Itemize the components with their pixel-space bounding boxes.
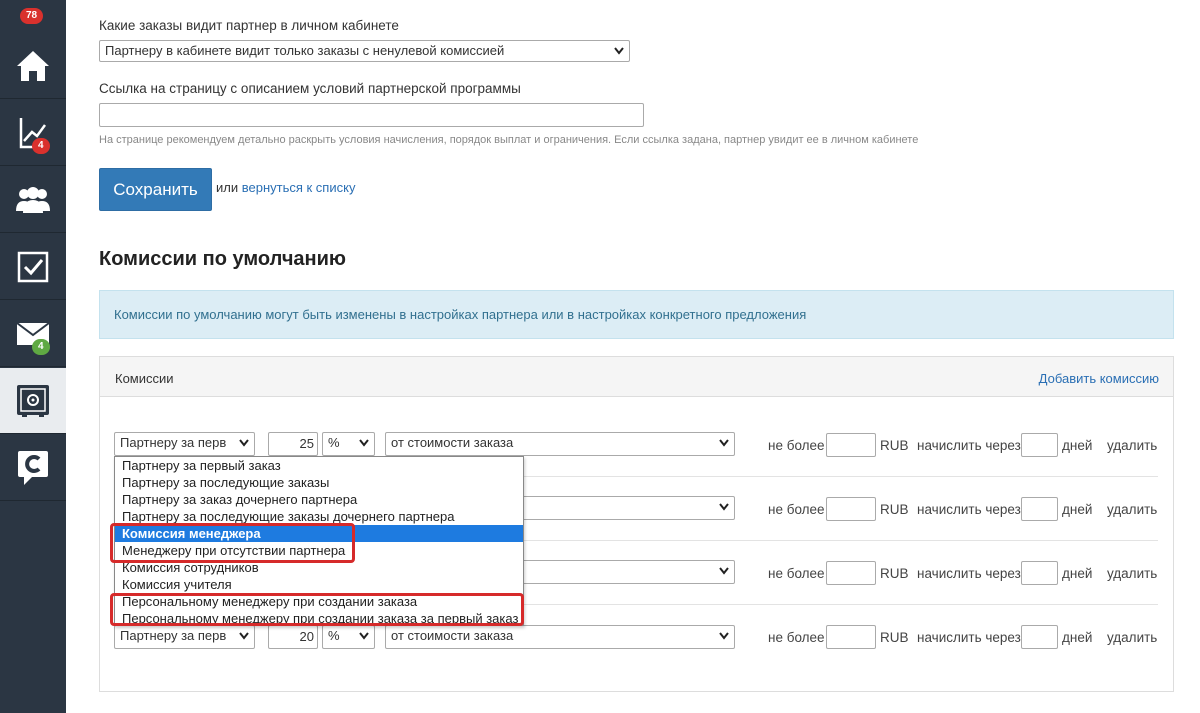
orders-visibility-label: Какие заказы видит партнер в личном каби…: [99, 18, 399, 33]
charge-after-label: начислить через: [917, 438, 1021, 453]
commission-base-value: от стоимости заказа: [391, 435, 514, 450]
orders-visibility-value: Партнеру в кабинете видит только заказы …: [105, 43, 505, 58]
default-commissions-heading: Комиссии по умолчанию: [99, 248, 347, 270]
notification-badge[interactable]: 78: [20, 8, 44, 24]
max-amount-input[interactable]: [826, 433, 876, 457]
sidebar: 78 4 4: [0, 0, 66, 713]
orders-visibility-select[interactable]: Партнеру в кабинете видит только заказы …: [99, 40, 630, 62]
save-button[interactable]: Сохранить: [99, 168, 212, 211]
days-input[interactable]: [1021, 433, 1058, 457]
chevron-down-icon: [719, 503, 729, 511]
sidebar-item-home[interactable]: [0, 33, 66, 99]
currency-label: RUB: [880, 438, 909, 453]
brand-logo-icon: [18, 450, 48, 485]
max-amount-input[interactable]: [826, 625, 876, 649]
dropdown-option[interactable]: Партнеру за последующие заказы: [115, 474, 523, 491]
add-commission-link[interactable]: Добавить комиссию: [1039, 371, 1159, 386]
mail-badge: 4: [32, 339, 50, 355]
sidebar-item-safe[interactable]: [0, 368, 66, 434]
chevron-down-icon: [239, 632, 249, 640]
commissions-panel-header: Комиссии Добавить комиссию: [100, 357, 1173, 397]
charge-after-label: начислить через: [917, 502, 1021, 517]
charge-after-label: начислить через: [917, 630, 1021, 645]
highlight-box-manager: [110, 523, 355, 563]
commission-type-value: Партнеру за перв: [120, 628, 227, 643]
currency-label: RUB: [880, 566, 909, 581]
sidebar-item-stats[interactable]: 4: [0, 100, 66, 166]
commission-unit-value: %: [328, 435, 340, 450]
commission-value-input[interactable]: 25: [268, 432, 318, 456]
chevron-down-icon: [719, 632, 729, 640]
chevron-down-icon: [614, 47, 624, 55]
chevron-down-icon: [359, 439, 369, 447]
sidebar-item-tasks[interactable]: [0, 234, 66, 300]
days-label: дней: [1062, 630, 1093, 645]
highlight-box-personal-manager: [110, 593, 524, 626]
program-link-input[interactable]: [99, 103, 644, 127]
commission-base-value: от стоимости заказа: [391, 628, 514, 643]
dropdown-option[interactable]: Комиссия учителя: [115, 576, 523, 593]
commission-value-input[interactable]: 20: [268, 625, 318, 649]
commission-base-select[interactable]: от стоимости заказа: [385, 432, 735, 456]
back-to-list-link[interactable]: вернуться к списку: [242, 180, 356, 195]
not-more-label: не более: [768, 566, 825, 581]
delete-link[interactable]: удалить: [1107, 630, 1157, 645]
delete-link[interactable]: удалить: [1107, 502, 1157, 517]
max-amount-input[interactable]: [826, 561, 876, 585]
or-text-wrap: или вернуться к списку: [216, 180, 355, 195]
chevron-down-icon: [239, 439, 249, 447]
currency-label: RUB: [880, 630, 909, 645]
safe-icon: [17, 384, 49, 417]
checkbox-icon: [17, 251, 49, 282]
delete-link[interactable]: удалить: [1107, 566, 1157, 581]
commission-unit-value: %: [328, 628, 340, 643]
sidebar-item-brand[interactable]: [0, 435, 66, 501]
days-input[interactable]: [1021, 497, 1058, 521]
sidebar-item-users[interactable]: [0, 167, 66, 233]
commission-type-select[interactable]: Партнеру за перв: [114, 432, 255, 456]
currency-label: RUB: [880, 502, 909, 517]
program-link-hint: На странице рекомендуем детально раскрыт…: [99, 134, 919, 146]
days-input[interactable]: [1021, 561, 1058, 585]
stats-badge: 4: [32, 138, 50, 154]
panel-title: Комиссии: [115, 371, 174, 386]
home-icon: [17, 50, 49, 81]
dropdown-option[interactable]: Партнеру за заказ дочернего партнера: [115, 491, 523, 508]
commissions-info-alert: Комиссии по умолчанию могут быть изменен…: [99, 290, 1174, 339]
users-icon: [16, 186, 50, 213]
or-text: или: [216, 180, 239, 195]
max-amount-input[interactable]: [826, 497, 876, 521]
days-input[interactable]: [1021, 625, 1058, 649]
program-link-label: Ссылка на страницу с описанием условий п…: [99, 81, 521, 96]
commission-type-value: Партнеру за перв: [120, 435, 227, 450]
days-label: дней: [1062, 438, 1093, 453]
not-more-label: не более: [768, 438, 825, 453]
sidebar-item-mail[interactable]: 4: [0, 301, 66, 367]
days-label: дней: [1062, 502, 1093, 517]
dropdown-option[interactable]: Партнеру за первый заказ: [115, 457, 523, 474]
commissions-info-text: Комиссии по умолчанию могут быть изменен…: [114, 307, 807, 322]
commission-type-select[interactable]: Партнеру за перв: [114, 625, 255, 649]
chevron-down-icon: [359, 632, 369, 640]
charge-after-label: начислить через: [917, 566, 1021, 581]
chevron-down-icon: [719, 567, 729, 575]
commission-unit-select[interactable]: %: [322, 432, 375, 456]
commission-base-select[interactable]: от стоимости заказа: [385, 625, 735, 649]
commission-unit-select[interactable]: %: [322, 625, 375, 649]
delete-link[interactable]: удалить: [1107, 438, 1157, 453]
chevron-down-icon: [719, 439, 729, 447]
not-more-label: не более: [768, 502, 825, 517]
days-label: дней: [1062, 566, 1093, 581]
not-more-label: не более: [768, 630, 825, 645]
